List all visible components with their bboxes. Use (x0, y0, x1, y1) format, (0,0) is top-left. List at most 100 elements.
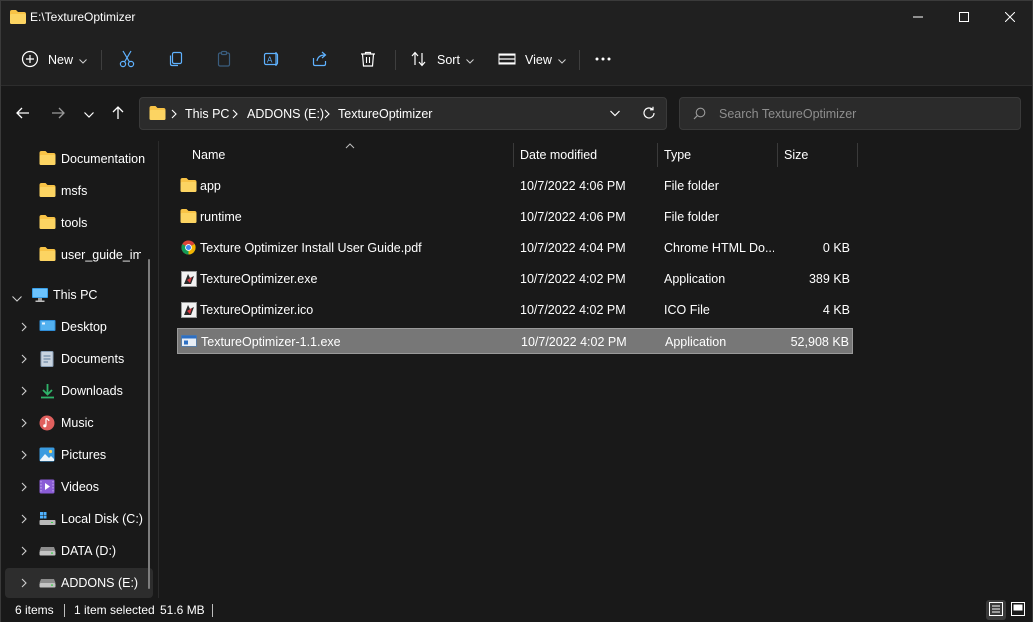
column-header-size[interactable]: Size (778, 141, 857, 167)
file-row[interactable]: TextureOptimizer.exe 10/7/2022 4:02 PM A… (177, 266, 853, 292)
file-row-selected[interactable]: TextureOptimizer-1.1.exe 10/7/2022 4:02 … (177, 328, 853, 354)
more-icon (594, 50, 612, 71)
sidebar-item-label: msfs (61, 184, 88, 198)
search-box[interactable] (679, 97, 1021, 130)
tiles-view-button[interactable] (1008, 600, 1028, 620)
sidebar-item-label: Music (61, 416, 94, 430)
file-name: TextureOptimizer-1.1.exe (201, 335, 341, 349)
chevron-right-icon (21, 577, 27, 591)
status-divider (64, 604, 65, 617)
folder-icon (39, 215, 56, 232)
copy-button[interactable] (167, 45, 185, 75)
column-divider[interactable] (857, 143, 858, 167)
file-date: 10/7/2022 4:02 PM (520, 272, 626, 286)
up-button[interactable] (105, 101, 131, 127)
sidebar-item-label: Documents (61, 352, 125, 366)
sidebar-item-this-pc[interactable]: This PC (5, 280, 153, 310)
cut-button[interactable] (118, 45, 136, 75)
sidebar-item-label: Documentation (61, 152, 145, 166)
folder-icon (39, 183, 56, 200)
minimize-button[interactable] (895, 1, 941, 33)
music-icon (39, 415, 55, 434)
sidebar-item-downloads[interactable]: Downloads (5, 376, 153, 406)
address-history-button[interactable] (610, 106, 620, 123)
file-row[interactable]: runtime 10/7/2022 4:06 PM File folder (177, 204, 853, 230)
share-button[interactable] (311, 45, 329, 75)
drive-icon (39, 577, 56, 591)
paste-button[interactable] (215, 45, 233, 75)
new-button[interactable]: New (21, 45, 87, 75)
file-name: runtime (200, 210, 242, 224)
paste-icon (215, 50, 233, 71)
breadcrumb-this-pc[interactable]: This PC (185, 107, 229, 121)
status-divider (212, 604, 213, 617)
pictures-icon (39, 447, 55, 465)
file-row[interactable]: app 10/7/2022 4:06 PM File folder (177, 173, 853, 199)
navigation-pane: Documentation msfs tools user_guide_imag… (1, 141, 159, 598)
recent-locations-button[interactable] (76, 101, 102, 127)
tiles-view-icon (1011, 601, 1025, 619)
view-label: View (525, 53, 552, 67)
sidebar-item-videos[interactable]: Videos (5, 472, 153, 502)
file-list: Name Date modified Type Size app 10/7/20… (161, 141, 1032, 598)
chevron-right-icon (21, 385, 27, 399)
column-header-label: Name (192, 148, 226, 162)
more-options-button[interactable] (594, 45, 612, 75)
details-view-button[interactable] (986, 600, 1006, 620)
rename-button[interactable]: A (263, 45, 281, 75)
file-size: 4 KB (822, 303, 850, 317)
view-button[interactable]: View (498, 45, 566, 75)
column-header-type[interactable]: Type (658, 141, 777, 167)
sidebar-item-data-d[interactable]: DATA (D:) (5, 536, 153, 566)
sidebar-item-desktop[interactable]: Desktop (5, 312, 153, 342)
file-name: TextureOptimizer.ico (200, 303, 314, 317)
sort-button[interactable]: Sort (410, 45, 474, 75)
computer-icon (31, 287, 49, 306)
search-input[interactable] (719, 104, 1009, 124)
sidebar-item-documents[interactable]: Documents (5, 344, 153, 374)
sidebar-item-music[interactable]: Music (5, 408, 153, 438)
chevron-right-icon (21, 481, 27, 495)
sidebar-item-local-disk-c[interactable]: Local Disk (C:) (5, 504, 153, 534)
rename-icon: A (263, 50, 281, 71)
sidebar-item-tools[interactable]: tools (5, 208, 153, 238)
chevron-right-icon (324, 108, 330, 122)
sidebar-item-msfs[interactable]: msfs (5, 176, 153, 206)
column-header-name[interactable]: Name (177, 141, 513, 167)
file-type: Application (665, 335, 727, 349)
sidebar-scrollbar[interactable] (148, 259, 150, 589)
chevron-down-icon (610, 109, 620, 123)
refresh-button[interactable] (642, 106, 656, 123)
column-header-date-modified[interactable]: Date modified (514, 141, 657, 167)
details-view-icon (989, 601, 1003, 619)
file-date: 10/7/2022 4:02 PM (520, 303, 626, 317)
app-icon (181, 271, 197, 290)
sidebar-item-user-guide-images[interactable]: user_guide_images (5, 240, 153, 270)
file-row[interactable]: TextureOptimizer.ico 10/7/2022 4:02 PM I… (177, 297, 853, 323)
sidebar-item-pictures[interactable]: Pictures (5, 440, 153, 470)
videos-icon (39, 479, 55, 497)
delete-button[interactable] (359, 45, 377, 75)
chevron-right-icon (21, 545, 27, 559)
close-button[interactable] (987, 1, 1033, 33)
arrow-right-icon (51, 107, 65, 122)
breadcrumb-textureoptimizer[interactable]: TextureOptimizer (338, 107, 432, 121)
chevron-right-icon (171, 108, 177, 122)
sidebar-item-documentation[interactable]: Documentation (5, 144, 153, 174)
installer-icon (181, 334, 197, 351)
back-button[interactable] (10, 101, 36, 127)
search-icon (693, 107, 706, 123)
sort-label: Sort (437, 53, 460, 67)
forward-button[interactable] (45, 101, 71, 127)
breadcrumb-addons[interactable]: ADDONS (E:) (247, 107, 324, 121)
file-row[interactable]: Texture Optimizer Install User Guide.pdf… (177, 235, 853, 261)
file-date: 10/7/2022 4:02 PM (521, 335, 627, 349)
file-type: File folder (664, 210, 719, 224)
file-type: Chrome HTML Do... (664, 241, 774, 255)
desktop-icon (39, 319, 56, 337)
address-bar[interactable]: This PC ADDONS (E:) TextureOptimizer (139, 97, 667, 130)
sidebar-item-addons-e[interactable]: ADDONS (E:) (5, 568, 153, 598)
folder-icon (39, 247, 56, 264)
file-date: 10/7/2022 4:04 PM (520, 241, 626, 255)
maximize-button[interactable] (941, 1, 987, 33)
